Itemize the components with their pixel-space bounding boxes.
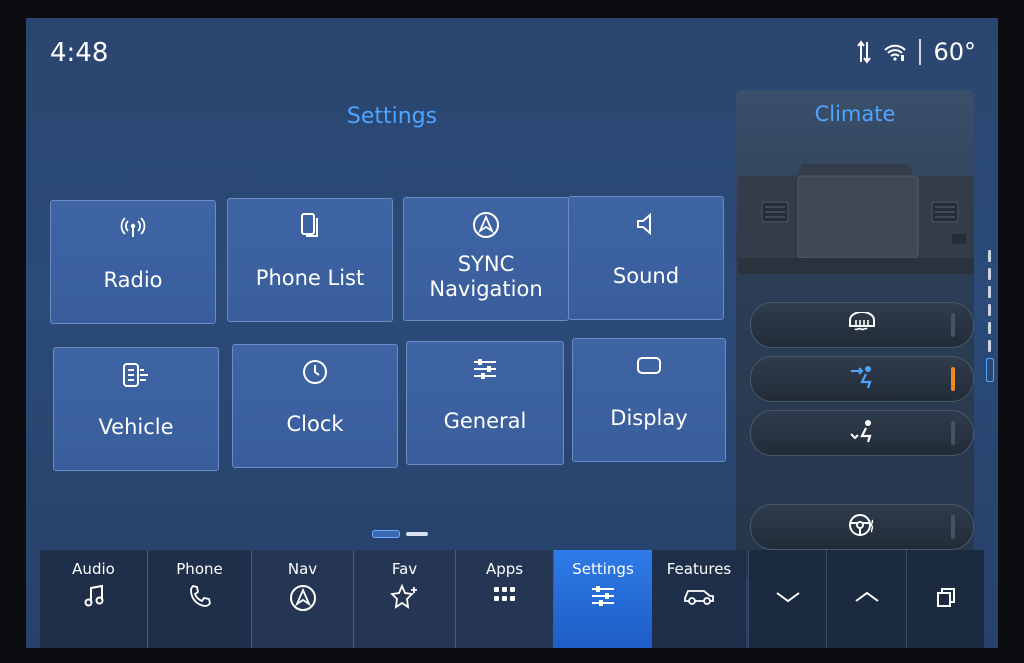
apps-grid-icon [492,584,518,610]
status-indicator [951,313,955,337]
tile-label: Vehicle [98,414,174,439]
car-icon [682,584,716,610]
tile-label: General [443,408,527,433]
clock-time: 4:48 [50,38,109,68]
status-indicator-active [951,367,955,391]
bottom-tab-label: Phone [176,560,223,578]
data-transfer-icon [857,40,872,64]
scroll-thumb[interactable] [986,358,994,382]
climate-panel: Climate [736,90,974,578]
bottom-tab-label: Nav [287,560,318,578]
page-indicator [372,530,428,538]
scroll-up-button[interactable] [826,550,906,648]
page-dot-active[interactable] [372,530,400,538]
climate-scrollbar[interactable] [986,250,994,400]
scroll-segment [988,286,991,298]
tile-clock[interactable]: Clock [232,344,398,468]
tile-label: SYNC Navigation [429,252,543,301]
tile-display[interactable]: Display [572,338,726,462]
status-indicator [951,515,955,539]
scroll-down-button[interactable] [748,550,826,648]
bottom-tab-label: Settings [572,560,634,578]
tile-sound[interactable]: Sound [568,196,724,320]
tile-label: Phone List [255,265,365,290]
defrost-icon [847,311,877,338]
heated-steering-wheel-icon [847,512,877,542]
infotainment-screen: 4:48 60° Settings Radio Phone List SYNC … [26,18,998,648]
bottom-tab-features[interactable]: Features [652,550,746,648]
bottom-tab-label: Features [666,560,732,578]
page-dot[interactable] [406,532,428,536]
bottom-tab-label: Audio [72,560,115,578]
airflow-feet-button[interactable] [750,410,974,456]
heated-steering-wheel-button[interactable] [750,504,974,550]
star-plus-icon [389,583,420,614]
bottom-tab-label: Apps [485,560,524,578]
bottom-navigation-bar: Audio Phone Nav Fav Apps Settings Featur… [26,550,998,648]
phone-icon [188,584,212,612]
outside-temperature: 60° [933,38,976,66]
chevron-up-icon [853,589,881,609]
status-divider [919,39,922,65]
tile-general[interactable]: General [406,341,564,465]
bottom-tab-apps[interactable]: Apps [456,550,554,648]
tile-label: Radio [103,267,163,292]
settings-title: Settings [346,104,438,129]
bottom-tab-audio[interactable]: Audio [40,550,148,648]
bottom-tab-label: Fav [391,560,418,578]
status-indicator [951,421,955,445]
status-icons: 60° [857,38,976,66]
tile-label: Clock [286,411,344,436]
windows-icon [934,585,958,613]
airflow-feet-icon [847,418,877,448]
status-bar: 4:48 60° [26,18,998,90]
scroll-segment [988,304,991,316]
scroll-segment [988,250,991,262]
navigation-icon [289,584,317,616]
tile-sync-navigation[interactable]: SYNC Navigation [403,197,569,321]
music-note-icon [83,584,105,612]
defrost-button[interactable] [750,302,974,348]
windows-button[interactable] [906,550,984,648]
bottom-tab-fav[interactable]: Fav [354,550,456,648]
bottom-tab-nav[interactable]: Nav [252,550,354,648]
chevron-down-icon [774,589,802,609]
tile-radio[interactable]: Radio [50,200,216,324]
sliders-icon [589,584,617,612]
climate-title: Climate [814,102,896,126]
scroll-segment [988,268,991,280]
bottom-tab-phone[interactable]: Phone [148,550,252,648]
tile-phone-list[interactable]: Phone List [227,198,393,322]
bottom-tab-settings[interactable]: Settings [554,550,652,648]
scroll-segment [988,340,991,352]
tile-label: Display [610,405,688,430]
wifi-icon [883,42,907,62]
tile-vehicle[interactable]: Vehicle [53,347,219,471]
tile-label: Sound [612,263,680,288]
scroll-segment [988,322,991,334]
airflow-face-icon [847,364,877,394]
vehicle-dashboard-illustration [738,164,974,274]
airflow-face-button[interactable] [750,356,974,402]
